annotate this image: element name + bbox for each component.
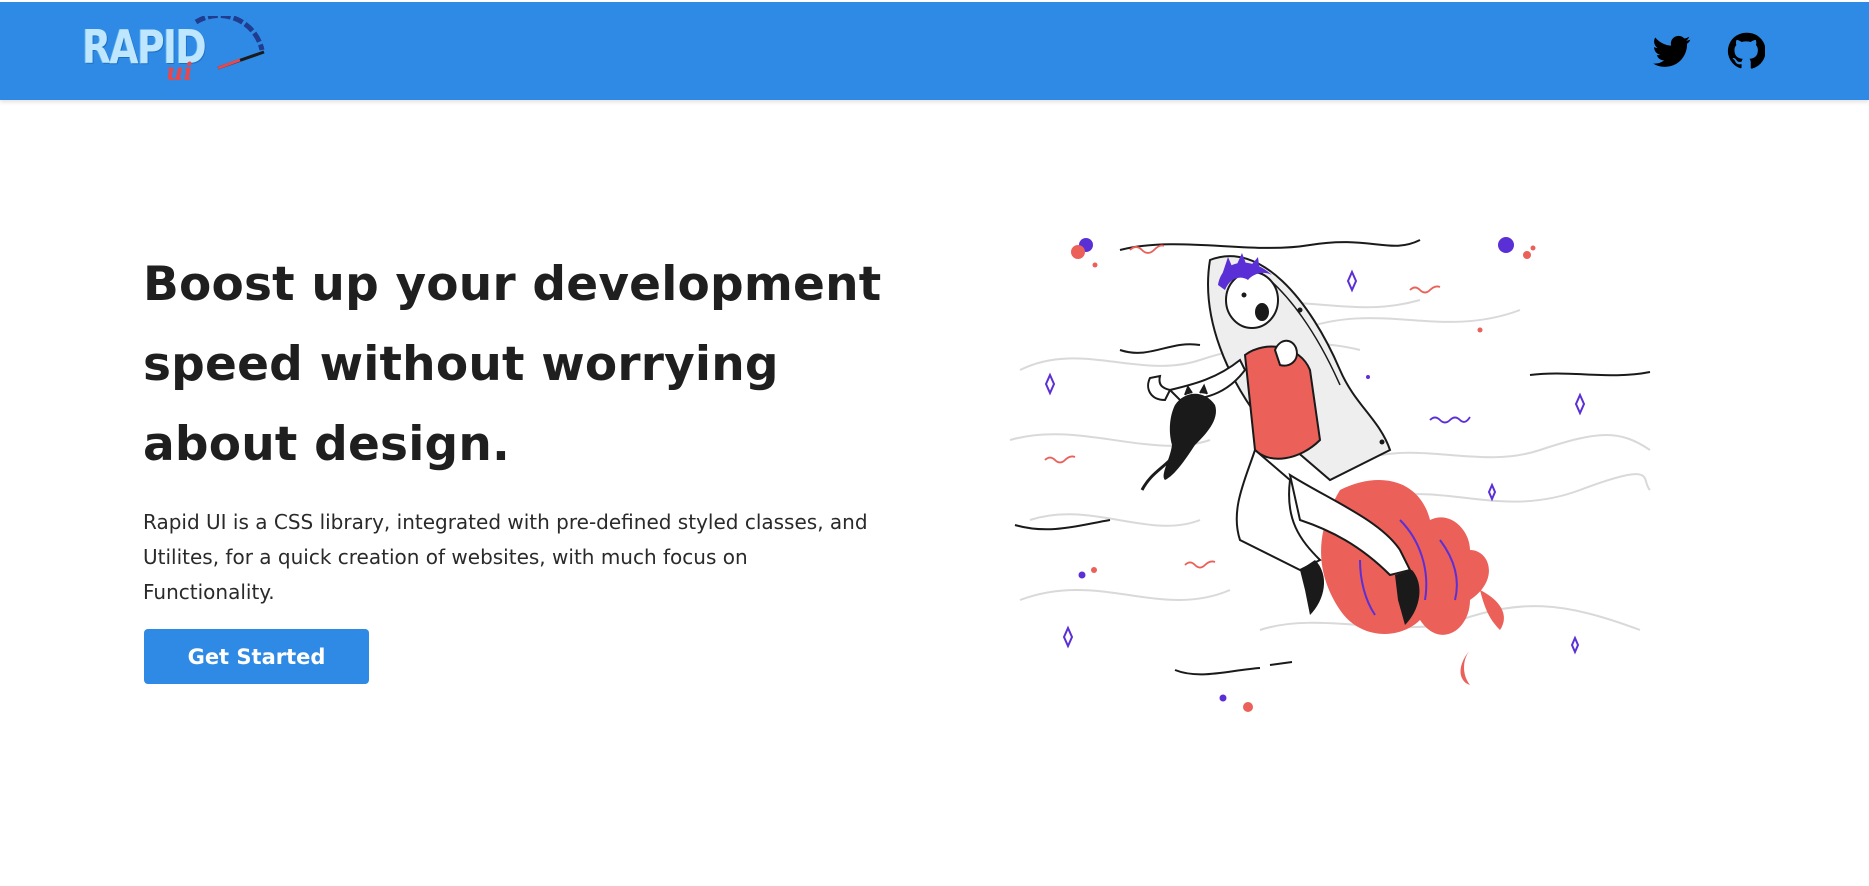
logo-subtext: ui [166,57,193,86]
rocket-boy-illustration-icon [1009,237,1651,712]
github-link[interactable] [1727,32,1765,70]
twitter-link[interactable] [1653,32,1691,70]
github-icon[interactable] [1727,32,1765,70]
twitter-icon[interactable] [1653,32,1691,70]
logo[interactable]: RAPID ui [78,16,268,90]
hero-description: Rapid UI is a CSS library, integrated wi… [143,510,868,604]
top-navbar: RAPID ui [0,2,1869,100]
get-started-button[interactable]: Get Started [144,629,369,684]
hero-title: Boost up your development speed without … [143,257,882,472]
social-links [1653,32,1765,70]
